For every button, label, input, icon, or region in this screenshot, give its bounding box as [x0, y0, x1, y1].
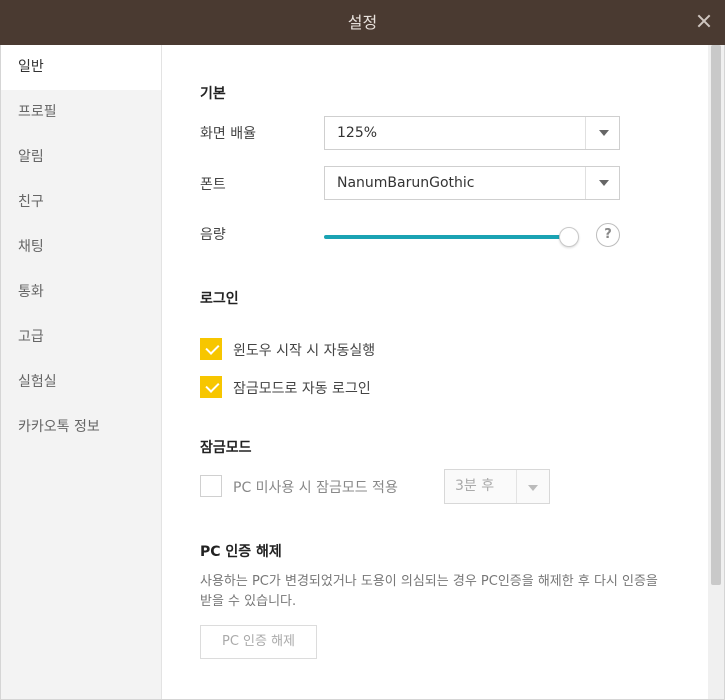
sidebar-item-advanced[interactable]: 고급: [1, 315, 161, 360]
lock-login-label: 잠금모드로 자동 로그인: [233, 381, 371, 397]
sidebar-item-labs[interactable]: 실험실: [1, 360, 161, 405]
title-bar: 설정: [0, 0, 725, 45]
sidebar-item-friends[interactable]: 친구: [1, 180, 161, 225]
settings-sidebar: 일반 프로필 알림 친구 채팅 통화 고급 실험실 카카오톡 정보: [1, 45, 162, 699]
zoom-value: 125%: [337, 125, 378, 141]
window-title: 설정: [347, 13, 378, 32]
idle-lock-checkbox[interactable]: [200, 475, 222, 497]
autostart-checkbox[interactable]: [200, 338, 222, 360]
volume-slider-track: [324, 235, 564, 239]
sidebar-item-notifications[interactable]: 알림: [1, 135, 161, 180]
font-label: 폰트: [200, 177, 226, 193]
select-divider: [585, 117, 586, 149]
close-icon[interactable]: [695, 12, 713, 30]
lock-login-checkbox[interactable]: [200, 376, 222, 398]
zoom-label: 화면 배율: [200, 126, 256, 142]
section-title-lockmode: 잠금모드: [200, 440, 252, 456]
volume-slider[interactable]: [324, 226, 579, 248]
idle-lock-label: PC 미사용 시 잠금모드 적용: [233, 480, 398, 496]
question-icon[interactable]: ?: [596, 223, 620, 247]
zoom-select[interactable]: 125%: [324, 116, 620, 150]
font-value: NanumBarunGothic: [337, 175, 475, 191]
chevron-down-icon: [528, 485, 538, 491]
sidebar-item-call[interactable]: 통화: [1, 270, 161, 315]
chevron-down-icon: [599, 130, 609, 136]
pc-auth-reset-button[interactable]: PC 인증 해제: [200, 625, 317, 659]
volume-slider-handle[interactable]: [559, 227, 579, 247]
section-title-login: 로그인: [200, 291, 239, 307]
section-title-pc-auth: PC 인증 해제: [200, 544, 282, 560]
select-divider: [585, 167, 586, 199]
content-scrollbar[interactable]: [708, 45, 724, 699]
sidebar-item-profile[interactable]: 프로필: [1, 90, 161, 135]
sidebar-item-chat[interactable]: 채팅: [1, 225, 161, 270]
pc-auth-description: 사용하는 PC가 변경되었거나 도용이 의심되는 경우 PC인증을 해제한 후 …: [200, 574, 658, 609]
lock-delay-select[interactable]: 3분 후: [444, 469, 550, 504]
autostart-label: 윈도우 시작 시 자동실행: [233, 343, 376, 359]
sidebar-item-general[interactable]: 일반: [1, 45, 161, 90]
chevron-down-icon: [599, 180, 609, 186]
section-title-basic: 기본: [200, 86, 226, 102]
settings-content: 기본 화면 배율 125% 폰트 NanumBarunGothic 음량 ? 로…: [162, 45, 708, 699]
font-select[interactable]: NanumBarunGothic: [324, 166, 620, 200]
scrollbar-thumb[interactable]: [711, 45, 721, 585]
lock-delay-value: 3분 후: [455, 478, 495, 494]
select-divider: [516, 470, 517, 503]
volume-label: 음량: [200, 227, 226, 243]
sidebar-item-about[interactable]: 카카오톡 정보: [1, 405, 161, 450]
